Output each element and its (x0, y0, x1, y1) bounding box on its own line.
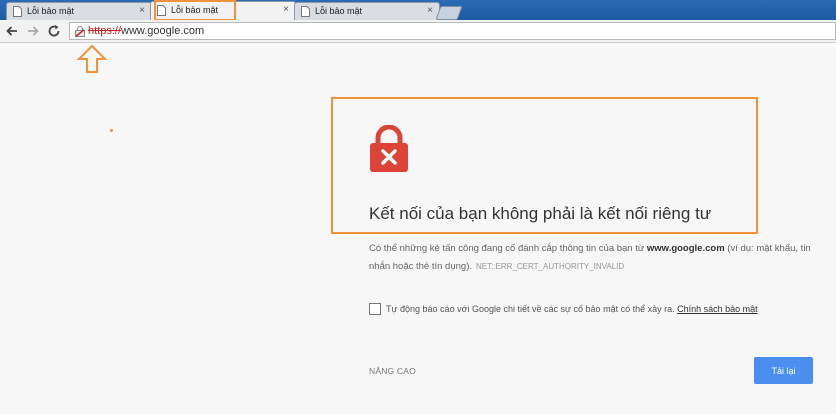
tab-3[interactable]: Lỗi bảo mật × (294, 2, 440, 20)
report-label: Tự động báo cáo với Google chi tiết về c… (386, 304, 758, 314)
annotation-dot (110, 129, 113, 132)
tab-close-icon[interactable]: × (139, 5, 145, 17)
url-host: www.google.com (121, 25, 205, 37)
privacy-policy-link[interactable]: Chính sách bảo mật (677, 304, 758, 314)
broken-lock-icon (75, 26, 85, 37)
url-scheme: https:// (88, 25, 122, 37)
forward-arrow-icon[interactable] (26, 24, 40, 38)
padlock-error-icon (370, 125, 408, 172)
warning-text: Có thể những kẻ tấn công đang cố đánh cắ… (369, 243, 647, 254)
advanced-button[interactable]: NÂNG CAO (369, 366, 416, 376)
tab-1[interactable]: Lỗi bảo mật × (6, 2, 152, 20)
address-bar[interactable]: https:// www.google.com (69, 22, 836, 40)
tab-strip: Lỗi bảo mật × Lỗi bảo mật × Lỗi bảo mật … (0, 0, 836, 21)
page-title: Kết nối của bạn không phải là kết nối ri… (369, 204, 712, 223)
page-icon (13, 6, 22, 17)
report-text: Tự động báo cáo với Google chi tiết về c… (386, 304, 675, 314)
tab-close-icon[interactable]: × (427, 5, 433, 17)
tab-annotation-box (154, 0, 236, 21)
page-icon (301, 6, 310, 17)
report-checkbox[interactable] (369, 303, 381, 315)
toolbar: https:// www.google.com (0, 20, 836, 43)
up-arrow-icon (77, 45, 107, 73)
tab-title: Lỗi bảo mật (315, 6, 363, 16)
reload-icon[interactable] (47, 24, 61, 38)
reload-button[interactable]: Tải lại (754, 357, 813, 384)
new-tab-button[interactable] (435, 6, 463, 20)
tab-close-icon[interactable]: × (283, 4, 289, 16)
warning-host: www.google.com (646, 243, 725, 254)
warning-paragraph: Có thể những kẻ tấn công đang cố đánh cắ… (369, 240, 824, 276)
tab-title: Lỗi bảo mật (27, 6, 75, 16)
back-arrow-icon[interactable] (5, 24, 19, 38)
error-code: NET::ERR_CERT_AUTHORITY_INVALID (476, 262, 625, 271)
